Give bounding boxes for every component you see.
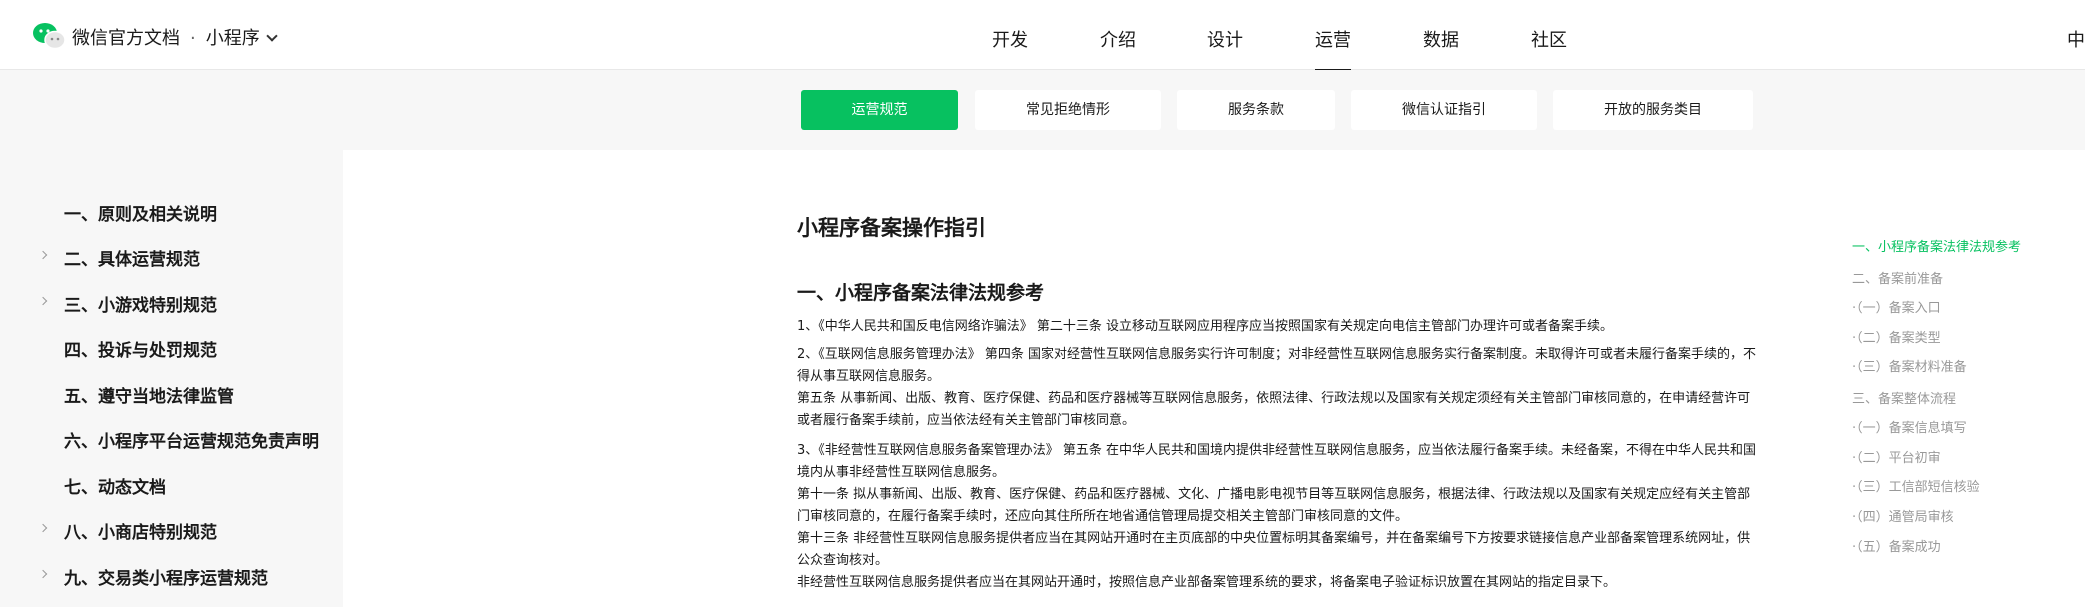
- subtab-service-categories[interactable]: 开放的服务类目: [1553, 90, 1753, 130]
- sidebar-item-transaction[interactable]: 九、交易类小程序运营规范: [0, 554, 343, 598]
- sidebar-item-operation-rules[interactable]: 二、具体运营规范: [0, 235, 343, 279]
- toc-item[interactable]: ·（五）备案成功: [1852, 536, 1941, 555]
- sidebar-item-label: 二、具体运营规范: [64, 250, 200, 270]
- sidebar-item-label: 四、投诉与处罚规范: [64, 341, 217, 361]
- wechat-logo-icon[interactable]: [32, 22, 66, 50]
- nav-item-develop[interactable]: 开发: [992, 26, 1028, 52]
- paragraph: 第十一条 拟从事新闻、出版、教育、医疗保健、药品和医疗器械、文化、广播电影电视节…: [797, 487, 1751, 524]
- paragraph: 1、《中华人民共和国反电信网络诈骗法》 第二十三条 设立移动互联网应用程序应当按…: [797, 319, 1614, 334]
- sidebar-item-label: 七、动态文档: [64, 478, 166, 498]
- paragraph: 第五条 从事新闻、出版、教育、医疗保健、药品和医疗器械等互联网信息服务，依照法律…: [797, 391, 1751, 428]
- toc-item[interactable]: ·（三）工信部短信核验: [1852, 476, 1980, 495]
- sidebar-item-label: 六、小程序平台运营规范免责声明: [64, 432, 319, 452]
- sidebar-item-principles[interactable]: 一、原则及相关说明: [0, 190, 343, 234]
- paragraph: 非经营性互联网信息服务提供者应当在其网站开通时，按照信息产业部备案管理系统的要求…: [797, 575, 1617, 590]
- chevron-right-icon[interactable]: [38, 296, 48, 306]
- sub-nav: 运营规范 常见拒绝情形 服务条款 微信认证指引 开放的服务类目: [0, 70, 2085, 150]
- section-heading: 一、小程序备案法律法规参考: [797, 282, 1045, 304]
- sidebar-item-label: 一、原则及相关说明: [64, 205, 217, 225]
- sidebar-item-dynamic-docs[interactable]: 七、动态文档: [0, 463, 343, 507]
- top-header: 微信官方文档 · 小程序 开发 介绍 设计 运营 数据 社区 中文: [0, 0, 2085, 72]
- nav-item-intro[interactable]: 介绍: [1100, 26, 1136, 52]
- chevron-right-icon[interactable]: [38, 569, 48, 579]
- sidebar-item-mini-shop[interactable]: 八、小商店特别规范: [0, 508, 343, 552]
- subtab-common-rejections[interactable]: 常见拒绝情形: [975, 90, 1161, 130]
- toc-item[interactable]: ·（四）通管局审核: [1852, 506, 1954, 525]
- product-switcher[interactable]: 小程序: [206, 28, 260, 49]
- sidebar-item-minigame-rules[interactable]: 三、小游戏特别规范: [0, 281, 343, 325]
- toc-item[interactable]: 一、小程序备案法律法规参考: [1852, 236, 2021, 255]
- nav-item-data[interactable]: 数据: [1423, 26, 1459, 52]
- nav-item-operations[interactable]: 运营: [1315, 26, 1351, 72]
- chevron-down-icon[interactable]: [266, 30, 278, 42]
- subtab-operation-rules[interactable]: 运营规范: [801, 90, 958, 130]
- paragraph: 3、《非经营性互联网信息服务备案管理办法》 第五条 在中华人民共和国境内提供非经…: [797, 443, 1757, 480]
- toc-item[interactable]: ·（一）备案入口: [1852, 297, 1941, 316]
- toc-item[interactable]: ·（三）备案材料准备: [1852, 356, 1967, 375]
- toc-item[interactable]: 二、备案前准备: [1852, 268, 1943, 287]
- paragraph: 第十三条 非经营性互联网信息服务提供者应当在其网站开通时在主页底部的中央位置标明…: [797, 531, 1751, 568]
- language-switcher[interactable]: 中文: [2067, 26, 2085, 52]
- nav-item-community[interactable]: 社区: [1531, 26, 1567, 52]
- sidebar-item-complaints[interactable]: 四、投诉与处罚规范: [0, 326, 343, 370]
- sidebar-item-label: 三、小游戏特别规范: [64, 296, 217, 316]
- toc-item[interactable]: 三、备案整体流程: [1852, 388, 1956, 407]
- sidebar-item-label: 九、交易类小程序运营规范: [64, 569, 268, 589]
- nav-item-design[interactable]: 设计: [1207, 26, 1243, 52]
- brand-separator: ·: [190, 28, 196, 49]
- page-title: 小程序备案操作指引: [797, 216, 986, 240]
- brand-name[interactable]: 微信官方文档: [72, 28, 180, 49]
- subtab-terms-of-service[interactable]: 服务条款: [1177, 90, 1335, 130]
- sidebar-item-disclaimer[interactable]: 六、小程序平台运营规范免责声明: [0, 417, 343, 461]
- sidebar-item-label: 八、小商店特别规范: [64, 523, 217, 543]
- toc-item[interactable]: ·（二）备案类型: [1852, 327, 1941, 346]
- chevron-right-icon[interactable]: [38, 523, 48, 533]
- brand[interactable]: 微信官方文档 · 小程序: [72, 24, 278, 50]
- paragraph: 2、《互联网信息服务管理办法》 第四条 国家对经营性互联网信息服务实行许可制度；…: [797, 347, 1757, 384]
- sidebar-item-label: 五、遵守当地法律监管: [64, 387, 234, 407]
- toc-item[interactable]: ·（二）平台初审: [1852, 447, 1941, 466]
- subtab-wechat-verification[interactable]: 微信认证指引: [1351, 90, 1537, 130]
- chevron-right-icon[interactable]: [38, 250, 48, 260]
- toc-item[interactable]: ·（一）备案信息填写: [1852, 417, 1967, 436]
- sidebar-item-local-law[interactable]: 五、遵守当地法律监管: [0, 372, 343, 416]
- sidebar: 一、原则及相关说明 二、具体运营规范 三、小游戏特别规范 四、投诉与处罚规范 五…: [0, 150, 343, 607]
